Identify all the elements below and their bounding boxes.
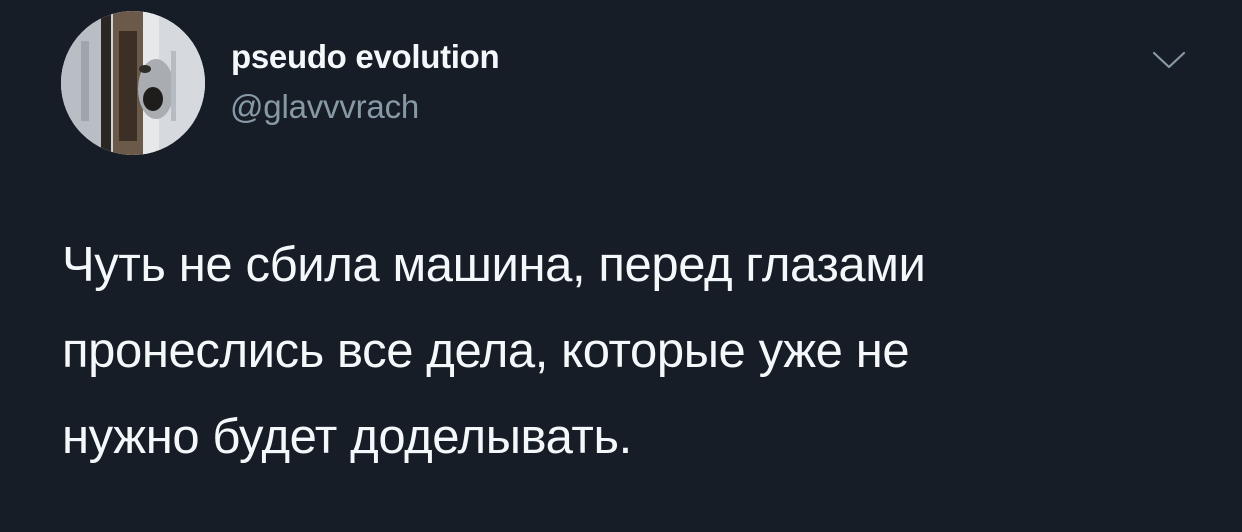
avatar[interactable] xyxy=(61,11,205,155)
profile-photo-icon xyxy=(61,11,205,155)
more-options-button[interactable] xyxy=(1146,42,1192,78)
user-handle[interactable]: @glavvvrach xyxy=(230,88,419,126)
tweet-card: pseudo evolution @glavvvrach Чуть не сби… xyxy=(0,0,1242,532)
chevron-down-icon xyxy=(1152,51,1186,69)
display-name[interactable]: pseudo evolution xyxy=(231,38,500,76)
tweet-text: Чуть не сбила машина, перед глазами прон… xyxy=(62,238,926,464)
